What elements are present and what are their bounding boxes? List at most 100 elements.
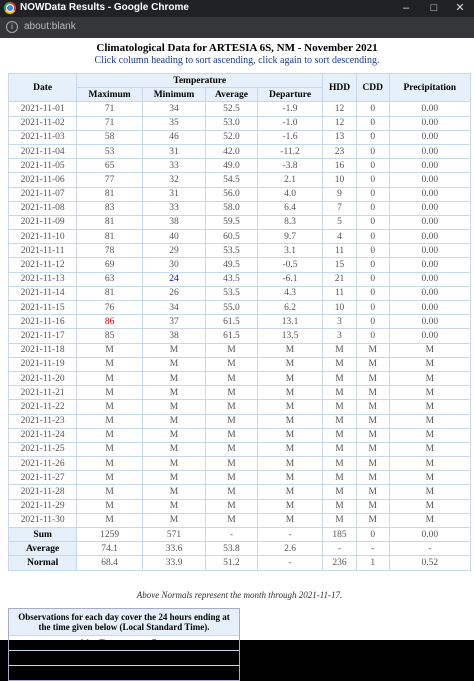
cell-precipitation: M: [388, 427, 472, 443]
summary-hdd: 236: [322, 555, 357, 571]
cell-maximum: 85: [76, 328, 143, 344]
cell-hdd: 21: [322, 271, 357, 287]
cell-minimum: M: [141, 356, 207, 372]
col-minimum[interactable]: Minimum: [141, 87, 207, 103]
table-row: 2021-11-16 86 37 61.5 13.1 3 0 0.00: [7, 314, 472, 330]
col-cdd[interactable]: CDD: [355, 72, 390, 103]
cell-hdd: M: [322, 370, 357, 387]
cell-cdd: 0: [355, 101, 390, 117]
cell-cdd: M: [355, 512, 390, 529]
cell-hdd: M: [322, 498, 357, 514]
cell-minimum: M: [141, 441, 207, 458]
cell-precipitation: M: [388, 413, 472, 429]
cell-maximum: M: [76, 484, 143, 500]
cell-departure: M: [256, 399, 324, 415]
cell-hdd: M: [322, 399, 357, 415]
table-row: 2021-11-23 M M M M M M M: [7, 413, 472, 429]
normals-note: Above Normals represent the month throug…: [136, 590, 343, 600]
cell-cdd: 0: [355, 229, 390, 245]
cell-maximum: M: [76, 413, 143, 429]
cell-average: M: [205, 484, 258, 500]
table-row: 2021-11-15 76 34 55.0 6.2 10 0 0.00: [7, 299, 472, 316]
cell-average: M: [205, 512, 258, 529]
col-average[interactable]: Average: [205, 87, 258, 103]
col-departure[interactable]: Departure: [256, 87, 324, 103]
cell-precipitation: 0.00: [388, 299, 472, 316]
summary-average: 51.2: [205, 555, 258, 571]
cell-minimum: M: [141, 484, 207, 500]
col-hdd[interactable]: HDD: [322, 72, 357, 103]
cell-cdd: 0: [355, 271, 390, 287]
summary-cdd: 1: [355, 555, 390, 571]
cell-average: M: [205, 370, 258, 387]
cell-hdd: 13: [322, 129, 357, 145]
cell-precipitation: M: [388, 399, 472, 415]
table-row: 2021-11-05 65 33 49.0 -3.8 16 0 0.00: [7, 158, 472, 174]
cell-minimum: M: [141, 498, 207, 514]
address-bar[interactable]: i about:blank: [0, 17, 474, 38]
cell-precipitation: 0.00: [388, 143, 472, 160]
cell-cdd: 0: [355, 158, 390, 174]
col-precipitation[interactable]: Precipitation: [388, 72, 472, 103]
cell-cdd: M: [355, 484, 390, 500]
cell-maximum: M: [76, 470, 143, 486]
cell-departure: M: [256, 484, 324, 500]
cell-cdd: M: [355, 498, 390, 514]
cell-departure: M: [256, 441, 324, 458]
summary-hdd: 185: [322, 526, 357, 543]
cell-minimum: 40: [141, 229, 207, 245]
cell-maximum: M: [76, 456, 143, 472]
observation-item: Min Temperature : 7am: [9, 650, 239, 665]
col-date[interactable]: Date: [7, 72, 78, 103]
cell-departure: M: [256, 498, 324, 514]
cell-cdd: 0: [355, 172, 390, 188]
table-row: 2021-11-30 M M M M M M M: [7, 512, 472, 529]
cell-hdd: 10: [322, 172, 357, 188]
table-row: 2021-11-13 63 24 43.5 -6.1 21 0 0.00: [7, 271, 472, 287]
cell-minimum: M: [141, 413, 207, 429]
minimize-icon[interactable]: –: [392, 0, 420, 17]
cell-average: 61.5: [205, 314, 258, 330]
cell-hdd: 11: [322, 243, 357, 259]
table-row: 2021-11-28 M M M M M M M: [7, 484, 472, 500]
summary-minimum: 571: [141, 526, 207, 543]
summary-minimum: 33.6: [141, 541, 207, 557]
table-row: 2021-11-22 M M M M M M M: [7, 399, 472, 415]
cell-date: 2021-11-01: [7, 101, 78, 117]
cell-hdd: M: [322, 512, 357, 529]
cell-departure: M: [256, 427, 324, 443]
cell-hdd: M: [322, 456, 357, 472]
table-row: 2021-11-04 53 31 42.0 -11.2 23 0 0.00: [7, 143, 472, 160]
cell-departure: -3.8: [256, 158, 324, 174]
maximize-icon[interactable]: □: [420, 0, 448, 17]
cell-departure: 4.3: [256, 285, 324, 302]
cell-departure: 13.5: [256, 328, 324, 344]
cell-average: 49.5: [205, 257, 258, 273]
cell-departure: -1.9: [256, 101, 324, 117]
cell-departure: 6.2: [256, 299, 324, 316]
cell-date: 2021-11-10: [7, 229, 78, 245]
info-icon[interactable]: i: [6, 21, 18, 33]
cell-date: 2021-11-28: [7, 484, 78, 500]
cell-departure: M: [256, 385, 324, 401]
summary-label: Normal: [7, 555, 78, 571]
cell-minimum: 46: [141, 129, 207, 145]
climate-table: Date Temperature HDD CDD Precipitation M…: [7, 72, 472, 571]
url-text[interactable]: about:blank: [24, 21, 76, 32]
cell-departure: -11.2: [256, 143, 324, 160]
cell-maximum: 65: [76, 158, 143, 174]
cell-cdd: M: [355, 385, 390, 401]
cell-precipitation: 0.00: [388, 158, 472, 174]
cell-maximum: 69: [76, 257, 143, 273]
cell-cdd: M: [355, 441, 390, 458]
cell-hdd: M: [322, 385, 357, 401]
page-content: Climatological Data for ARTESIA 6S, NM -…: [0, 38, 474, 681]
observation-item: Max Temperature : 7am: [9, 635, 239, 650]
col-maximum[interactable]: Maximum: [76, 87, 143, 103]
cell-hdd: 16: [322, 158, 357, 174]
cell-cdd: 0: [355, 243, 390, 259]
cell-average: M: [205, 342, 258, 358]
window-title: NOWData Results - Google Chrome: [20, 2, 189, 13]
close-icon[interactable]: ✕: [446, 0, 474, 17]
cell-departure: 6.4: [256, 200, 324, 216]
